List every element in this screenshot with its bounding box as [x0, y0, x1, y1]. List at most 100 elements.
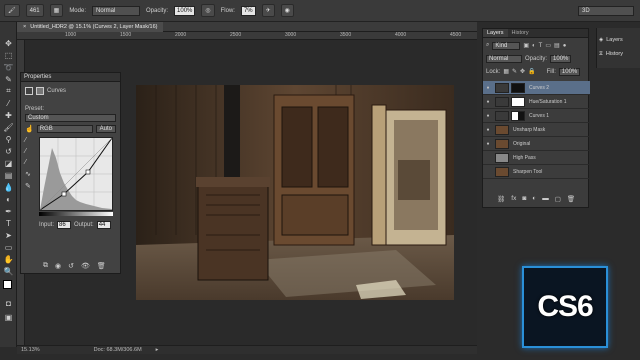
close-tab-icon[interactable]: ×	[23, 24, 26, 30]
pressure-size-icon[interactable]: ◉	[280, 4, 294, 17]
curves-graph[interactable]	[39, 137, 113, 211]
document-tab[interactable]: × Untitled_HDR2 @ 15.1% (Curves 2, Layer…	[17, 22, 164, 32]
input-field[interactable]: 86	[57, 221, 72, 229]
opacity-field[interactable]: 100%	[174, 5, 196, 16]
history-brush-tool-icon[interactable]: ↺	[3, 146, 14, 156]
healing-tool-icon[interactable]: ✚	[3, 110, 14, 120]
lock-position-icon[interactable]: ✥	[520, 68, 525, 75]
layer-row[interactable]: ● Original	[483, 137, 590, 151]
layer-opacity-field[interactable]: 100%	[550, 54, 572, 63]
new-adjustment-icon[interactable]: ◐	[532, 195, 536, 205]
output-field[interactable]: 44	[96, 221, 111, 229]
link-layers-icon[interactable]: ⛓	[497, 195, 505, 205]
add-mask-icon[interactable]: ◙	[522, 195, 526, 205]
hand-tool-icon[interactable]: ✋	[3, 254, 14, 264]
status-menu-icon[interactable]: ▸	[156, 347, 159, 353]
gray-point-eyedropper-icon[interactable]: ⁄	[25, 148, 35, 155]
clone-stamp-tool-icon[interactable]: ⚲	[3, 134, 14, 144]
type-tool-icon[interactable]: T	[3, 218, 14, 228]
pen-tool-icon[interactable]: ✒	[3, 206, 14, 216]
marquee-tool-icon[interactable]: ⬚	[3, 50, 14, 60]
screen-mode-icon[interactable]: ▣	[3, 312, 14, 322]
brush-size-picker[interactable]: 461	[25, 4, 44, 17]
clip-to-layer-icon[interactable]: ⧉	[43, 262, 48, 272]
preset-select[interactable]: Custom	[25, 114, 116, 122]
blend-mode-select[interactable]: Normal	[486, 54, 522, 63]
properties-header[interactable]: Properties	[21, 73, 120, 82]
visibility-eye-icon[interactable]: ●	[483, 141, 493, 147]
tab-history[interactable]: History	[508, 29, 533, 37]
visibility-eye-icon[interactable]: ●	[483, 127, 493, 133]
workspace-select[interactable]: 3D	[578, 5, 634, 16]
filter-type-icon[interactable]: T	[539, 43, 543, 49]
mode-select[interactable]: Normal	[92, 5, 140, 16]
target-adjust-icon[interactable]: ☝	[25, 125, 34, 133]
layer-row[interactable]: ● Curves 2	[483, 81, 590, 95]
flow-field[interactable]: 7%	[240, 5, 256, 16]
layer-row[interactable]: ● Unsharp Mask	[483, 123, 590, 137]
filter-pixel-icon[interactable]: ▣	[523, 42, 529, 49]
lasso-tool-icon[interactable]: ➰	[3, 62, 14, 72]
tab-layers[interactable]: Layers	[483, 29, 508, 37]
foreground-color-swatch[interactable]	[3, 280, 12, 289]
new-group-icon[interactable]: ▬	[542, 195, 549, 205]
layer-mask-thumbnail[interactable]	[511, 82, 525, 93]
pressure-opacity-icon[interactable]: ◎	[201, 4, 215, 17]
edit-points-icon[interactable]: ∿	[25, 170, 35, 178]
filter-adjustment-icon[interactable]: ◐	[532, 43, 536, 49]
visibility-eye-icon[interactable]: ●	[483, 99, 493, 105]
new-layer-icon[interactable]: ▢	[555, 195, 561, 205]
layer-style-icon[interactable]: fx	[511, 195, 516, 205]
channel-select[interactable]: RGB	[36, 125, 93, 133]
lock-transparent-icon[interactable]: ▦	[503, 68, 509, 75]
blur-tool-icon[interactable]: 💧	[3, 182, 14, 192]
toggle-visibility-icon[interactable]: 👁	[81, 262, 90, 272]
curves-adjustment-icon	[25, 87, 33, 95]
filter-kind-select[interactable]: Kind	[492, 41, 521, 50]
quick-select-tool-icon[interactable]: ✎	[3, 74, 14, 84]
draw-curve-icon[interactable]: ✎	[25, 182, 35, 190]
gradient-tool-icon[interactable]: ▤	[3, 170, 14, 180]
brush-panel-toggle-icon[interactable]: ▦	[49, 4, 64, 17]
crop-tool-icon[interactable]: ⌗	[3, 86, 14, 96]
layer-row[interactable]: Sharpen Tool	[483, 165, 590, 179]
visibility-eye-icon[interactable]: ●	[483, 85, 493, 91]
layer-mask-thumbnail[interactable]	[511, 96, 525, 107]
horizontal-ruler[interactable]: 1000 1500 2000 2500 3000 3500 4000 4500	[17, 32, 477, 40]
filter-toggle-icon[interactable]: ●	[563, 43, 567, 49]
dock-layers-button[interactable]: ◈ Layers	[599, 34, 639, 46]
white-point-eyedropper-icon[interactable]: ⁄	[25, 159, 35, 166]
delete-adjustment-icon[interactable]: 🗑	[97, 262, 106, 272]
eyedropper-tool-icon[interactable]: ⁄	[3, 98, 14, 108]
dodge-tool-icon[interactable]: ◐	[3, 194, 14, 204]
layer-row[interactable]: ● Hue/Saturation 1	[483, 95, 590, 109]
eraser-tool-icon[interactable]: ◪	[3, 158, 14, 168]
shape-tool-icon[interactable]: ▭	[3, 242, 14, 252]
move-tool-icon[interactable]: ✥	[3, 38, 14, 48]
doc-info[interactable]: Doc: 68.3M/306.6M	[94, 347, 142, 353]
delete-layer-icon[interactable]: 🗑	[567, 195, 575, 205]
filter-shape-icon[interactable]: ▭	[545, 42, 551, 49]
dock-history-button[interactable]: ⧖ History	[599, 48, 639, 60]
layer-row[interactable]: ● Curves 1	[483, 109, 590, 123]
layer-fill-field[interactable]: 100%	[558, 67, 581, 76]
brush-tool-icon[interactable]: 🖌	[3, 122, 14, 132]
airbrush-icon[interactable]: ✈	[261, 4, 275, 17]
view-previous-state-icon[interactable]: ◉	[55, 262, 61, 272]
visibility-eye-icon[interactable]: ●	[483, 113, 493, 119]
lock-all-icon[interactable]: 🔒	[528, 68, 535, 75]
lock-pixels-icon[interactable]: ✎	[512, 68, 517, 75]
path-select-tool-icon[interactable]: ➤	[3, 230, 14, 240]
zoom-tool-icon[interactable]: 🔍	[3, 266, 14, 276]
filter-smart-object-icon[interactable]: ▤	[554, 42, 560, 49]
black-point-eyedropper-icon[interactable]: ⁄	[25, 137, 35, 144]
brush-tool-preset-icon[interactable]: 🖌	[4, 4, 20, 17]
document-canvas[interactable]	[136, 85, 454, 300]
mask-icon[interactable]	[36, 87, 44, 95]
layer-row[interactable]: High Pass	[483, 151, 590, 165]
layer-mask-thumbnail[interactable]	[511, 110, 525, 121]
reset-adjustment-icon[interactable]: ↺	[68, 262, 74, 272]
quick-mask-icon[interactable]: ◘	[3, 298, 14, 308]
auto-button[interactable]: Auto	[95, 125, 116, 133]
zoom-level[interactable]: 15.13%	[21, 347, 40, 353]
